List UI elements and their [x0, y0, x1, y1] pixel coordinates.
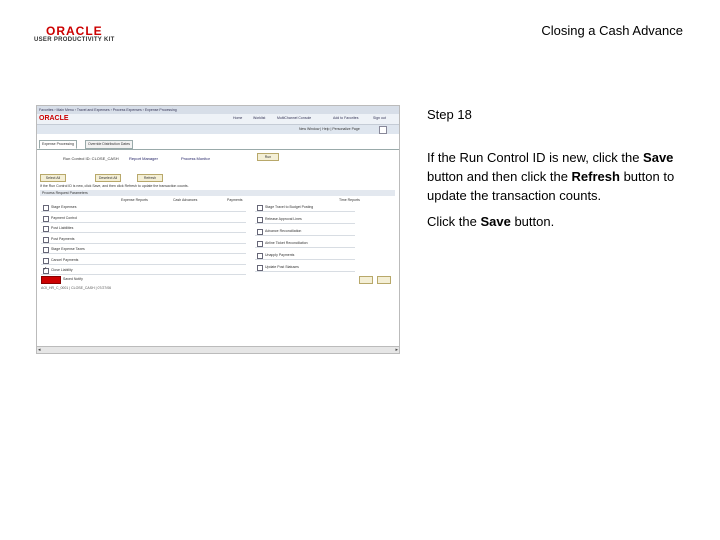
breadcrumb[interactable]: Favorites › Main Menu › Travel and Expen…	[39, 108, 177, 112]
row-divider	[41, 242, 246, 244]
run-button[interactable]: Run	[257, 153, 279, 161]
oracle-upk-logo: ORACLE USER PRODUCTIVITY KIT	[34, 24, 124, 46]
tab-override-dates[interactable]: Override Distribution Dates	[85, 140, 134, 149]
row-divider	[41, 232, 246, 233]
instruction-paragraph: If the Run Control ID is new, click the …	[427, 148, 697, 205]
process-monitor-link[interactable]: Process Monitor	[181, 156, 210, 161]
mini-oracle-logo: ORACLE	[39, 115, 69, 122]
sub-header-bar: New Window | Help | Personalize Page	[37, 125, 399, 134]
help-icon[interactable]	[379, 126, 387, 134]
save-button[interactable]	[41, 276, 61, 284]
upk-logo-text: USER PRODUCTIVITY KIT	[34, 37, 115, 43]
horizontal-scrollbar[interactable]: ◂ ▸	[37, 346, 399, 353]
instruction-text: button.	[510, 214, 555, 229]
footer-text: AOI_HR_C_0001 | CLOSE_CASH | 07/27/06	[41, 286, 112, 290]
header-bar: ORACLE Home Worklist MultiChannel Consol…	[37, 114, 399, 125]
row-divider	[41, 221, 246, 223]
section-title: Process Request Parameters	[42, 191, 88, 195]
nav-home[interactable]: Home	[233, 116, 242, 120]
right-row-label: Release Approval Lines	[265, 217, 302, 221]
row-divider	[255, 211, 355, 212]
instruction-text: button and then click the	[427, 169, 572, 184]
instruction-note: If the Run Control ID is new, click Save…	[40, 184, 189, 188]
page-title: Closing a Cash Advance	[541, 23, 683, 38]
application-screenshot: Favorites › Main Menu › Travel and Expen…	[36, 105, 400, 354]
scroll-left-icon[interactable]: ◂	[38, 347, 41, 353]
row-divider	[41, 263, 246, 265]
report-manager-link[interactable]: Report Manager	[129, 156, 158, 161]
right-row-label: Airline Ticket Reconciliation	[265, 241, 308, 245]
deselect-all-button[interactable]: Deselect All	[95, 174, 121, 182]
col-header-payments: Payments	[227, 198, 243, 202]
run-control-label: Run Control ID: CLOSE_CASH	[63, 156, 119, 161]
update-display-button[interactable]	[377, 276, 391, 284]
save-keyword: Save	[480, 214, 511, 229]
row-divider	[255, 259, 355, 260]
left-row-label: Post Liabilities	[51, 226, 74, 230]
scroll-right-icon[interactable]: ▸	[395, 347, 398, 353]
nav-multichannel[interactable]: MultiChannel Console	[277, 116, 311, 120]
oracle-logo-text: ORACLE	[46, 24, 103, 38]
tab-divider	[37, 149, 399, 150]
breadcrumb-bar: Favorites › Main Menu › Travel and Expen…	[37, 106, 399, 114]
right-row-label: Update Post Statuses	[265, 265, 299, 269]
right-row-label: Stage Travel to Budget Posting	[265, 205, 314, 209]
left-row-label: Stage Expense Taxes	[51, 247, 85, 251]
nav-sign-out[interactable]: Sign out	[373, 116, 386, 120]
section-header: Process Request Parameters	[40, 190, 395, 196]
row-divider	[41, 211, 246, 212]
left-row-label: Stage Expenses	[51, 205, 77, 209]
step-number: Step 18	[427, 107, 472, 122]
row-divider	[255, 247, 355, 248]
col-header-cash: Cash Advances	[173, 198, 198, 202]
nav-worklist[interactable]: Worklist	[253, 116, 265, 120]
row-divider	[255, 223, 355, 224]
col-header-expense: Expense Reports	[121, 198, 148, 202]
row-divider	[41, 253, 246, 254]
instruction-action: Click the Save button.	[427, 214, 554, 229]
left-row-label: Post Payments	[51, 236, 75, 241]
instruction-text: Click the	[427, 214, 481, 229]
refresh-button[interactable]: Refresh	[137, 174, 163, 182]
nav-add-favorites[interactable]: Add to Favorites	[333, 116, 358, 120]
notify-status[interactable]: Saved Notify	[63, 277, 83, 281]
right-row-label: Advance Reconciliation	[265, 229, 302, 233]
col-header-time: Time Reports	[339, 198, 360, 202]
add-button[interactable]	[359, 276, 373, 284]
instruction-text: If the Run Control ID is new, click the	[427, 150, 644, 165]
left-row-label: Cancel Payments	[51, 257, 79, 262]
page-links[interactable]: New Window | Help | Personalize Page	[299, 127, 360, 131]
left-row-label: Close Liability	[51, 268, 73, 272]
select-all-button[interactable]: Select All	[40, 174, 66, 182]
row-divider	[41, 274, 246, 275]
right-row-label: Unapply Payments	[265, 253, 295, 257]
left-row-label: Payment Control	[51, 215, 78, 220]
refresh-keyword: Refresh	[571, 169, 620, 184]
row-divider	[255, 271, 355, 272]
row-divider	[255, 235, 355, 236]
save-keyword: Save	[643, 150, 674, 165]
tab-expense-processing[interactable]: Expense Processing	[39, 140, 77, 149]
